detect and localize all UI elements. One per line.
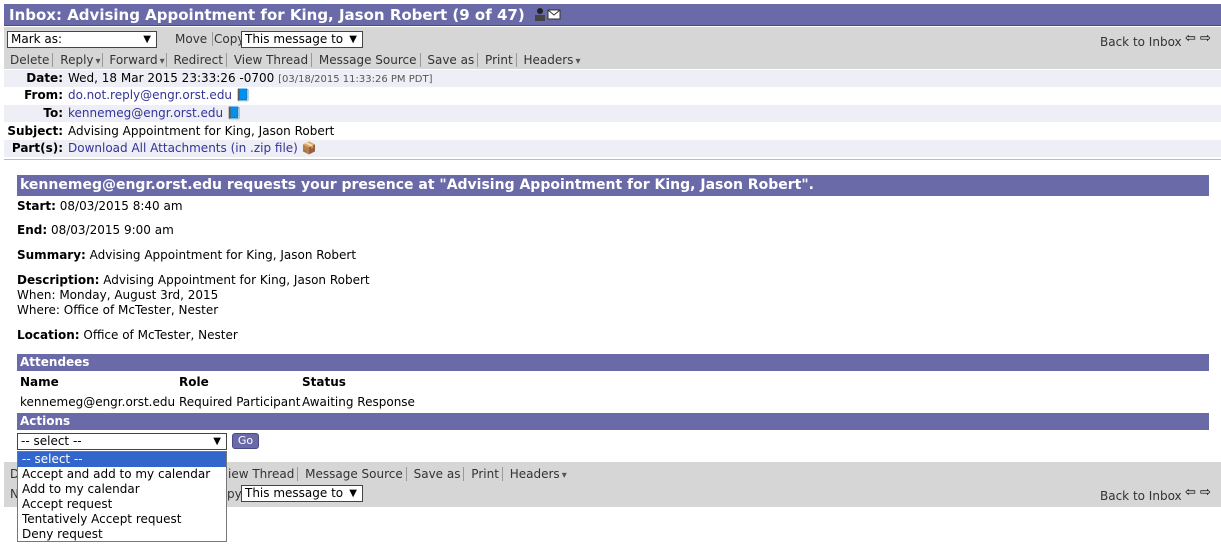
attendees-col-role: Role bbox=[179, 375, 209, 389]
from-value: do.not.reply@engr.orst.edu 📘 bbox=[68, 87, 251, 104]
chevron-down-icon: ▾ bbox=[95, 56, 101, 67]
header-divider bbox=[4, 159, 1221, 160]
page-title: Inbox: Advising Appointment for King, Ja… bbox=[9, 6, 525, 24]
end-label: End: bbox=[17, 223, 48, 237]
dropdown-option[interactable]: Add to my calendar bbox=[18, 482, 226, 497]
attendee-role: Required Participant bbox=[179, 395, 301, 409]
reply-button[interactable]: Reply bbox=[58, 53, 95, 67]
target-folder-select-bottom[interactable]: This message to ▼ bbox=[241, 485, 363, 502]
location-value: Office of McTester, Nester bbox=[83, 328, 238, 342]
end-row: End: 08/03/2015 9:00 am bbox=[17, 223, 174, 237]
headers-button[interactable]: Headers bbox=[521, 53, 575, 67]
dropdown-option[interactable]: -- select -- bbox=[18, 452, 226, 467]
dropdown-option[interactable]: Accept request bbox=[18, 497, 226, 512]
action-select[interactable]: -- select -- ▼ bbox=[17, 433, 227, 450]
summary-row: Summary: Advising Appointment for King, … bbox=[17, 248, 356, 262]
address-book-icon[interactable]: 📘 bbox=[236, 88, 251, 102]
message-title-bar: Inbox: Advising Appointment for King, Ja… bbox=[4, 4, 1221, 26]
date-local: [03/18/2015 11:33:26 PM PDT] bbox=[278, 74, 433, 85]
attendee-status: Awaiting Response bbox=[302, 395, 415, 409]
actions-heading: Actions bbox=[17, 413, 1209, 430]
date-label: Date: bbox=[26, 71, 63, 85]
action-select-value: -- select -- bbox=[21, 434, 82, 448]
parts-value: Download All Attachments (in .zip file) … bbox=[68, 140, 317, 157]
mark-as-select[interactable]: Mark as: ▼ bbox=[7, 31, 157, 48]
view-thread-button[interactable]: View Thread bbox=[232, 53, 310, 67]
zip-file-icon[interactable]: 📦 bbox=[302, 141, 317, 155]
chevron-down-icon: ▼ bbox=[349, 488, 357, 499]
move-button[interactable]: Move bbox=[175, 32, 207, 46]
start-value: 08/03/2015 8:40 am bbox=[59, 199, 183, 213]
print-button-bottom[interactable]: Print bbox=[469, 467, 501, 481]
subject-label: Subject: bbox=[7, 124, 63, 138]
description-value: Advising Appointment for King, Jason Rob… bbox=[103, 273, 370, 287]
chevron-down-icon: ▼ bbox=[213, 436, 221, 447]
attendees-col-name: Name bbox=[20, 375, 59, 389]
copy-button-bottom[interactable]: py bbox=[227, 487, 242, 501]
forward-button[interactable]: Forward bbox=[107, 53, 159, 67]
subject-value: Advising Appointment for King, Jason Rob… bbox=[68, 124, 335, 138]
download-attachments-link[interactable]: Download All Attachments (in .zip file) bbox=[68, 141, 298, 155]
dropdown-option[interactable]: Tentatively Accept request bbox=[18, 512, 226, 527]
start-row: Start: 08/03/2015 8:40 am bbox=[17, 199, 183, 213]
back-to-inbox-link-bottom[interactable]: Back to Inbox bbox=[1100, 489, 1182, 503]
target-folder-label-bottom: This message to bbox=[245, 486, 344, 500]
view-thread-button-bottom[interactable]: iew Thread bbox=[226, 467, 296, 481]
redirect-button[interactable]: Redirect bbox=[171, 53, 225, 67]
to-link[interactable]: kennemeg@engr.orst.edu bbox=[68, 106, 223, 120]
prev-next-icons-bottom[interactable]: ⇦ ⇨ bbox=[1185, 485, 1211, 500]
description-row: Description: Advising Appointment for Ki… bbox=[17, 273, 370, 287]
chevron-down-icon: ▾ bbox=[561, 470, 567, 481]
print-button[interactable]: Print bbox=[483, 53, 515, 67]
description-label: Description: bbox=[17, 273, 100, 287]
invite-heading: kennemeg@engr.orst.edu requests your pre… bbox=[17, 175, 1209, 196]
location-row: Location: Office of McTester, Nester bbox=[17, 328, 238, 342]
date-row: Date: Wed, 18 Mar 2015 23:33:26 -0700 [0… bbox=[4, 70, 1221, 87]
location-label: Location: bbox=[17, 328, 80, 342]
address-book-icon[interactable]: 📘 bbox=[227, 106, 242, 120]
to-value: kennemeg@engr.orst.edu 📘 bbox=[68, 105, 242, 122]
to-label: To: bbox=[43, 106, 63, 120]
chevron-down-icon: ▼ bbox=[143, 34, 151, 45]
to-row: To: kennemeg@engr.orst.edu 📘 bbox=[4, 105, 1221, 122]
back-to-inbox-link[interactable]: Back to Inbox bbox=[1100, 35, 1182, 49]
mark-as-label: Mark as: bbox=[11, 32, 63, 46]
parts-row: Part(s): Download All Attachments (in .z… bbox=[4, 140, 1221, 157]
from-link[interactable]: do.not.reply@engr.orst.edu bbox=[68, 88, 232, 102]
description-where: Where: Office of McTester, Nester bbox=[17, 303, 219, 317]
save-as-button-bottom[interactable]: Save as bbox=[412, 467, 463, 481]
attendees-heading: Attendees bbox=[17, 354, 1209, 371]
copy-button[interactable]: Copy bbox=[214, 32, 244, 46]
date-text: Wed, 18 Mar 2015 23:33:26 -0700 bbox=[68, 71, 275, 85]
target-folder-label: This message to bbox=[245, 32, 344, 46]
action-dropdown-list[interactable]: -- select -- Accept and add to my calend… bbox=[17, 451, 227, 542]
attendees-col-status: Status bbox=[302, 375, 346, 389]
prev-next-icons[interactable]: ⇦ ⇨ bbox=[1185, 31, 1211, 46]
delete-button[interactable]: Delete bbox=[8, 53, 51, 67]
start-label: Start: bbox=[17, 199, 56, 213]
subject-row: Subject: Advising Appointment for King, … bbox=[4, 123, 1221, 140]
go-button[interactable]: Go bbox=[232, 433, 259, 449]
date-value: Wed, 18 Mar 2015 23:33:26 -0700 [03/18/2… bbox=[68, 70, 432, 88]
contact-mail-icon[interactable] bbox=[534, 5, 562, 27]
message-source-button[interactable]: Message Source bbox=[317, 53, 419, 67]
parts-label: Part(s): bbox=[11, 141, 63, 155]
message-source-button-bottom[interactable]: Message Source bbox=[303, 467, 405, 481]
chevron-down-icon: ▾ bbox=[159, 56, 165, 67]
chevron-down-icon: ▾ bbox=[575, 56, 581, 67]
save-as-button[interactable]: Save as bbox=[425, 53, 476, 67]
description-when: When: Monday, August 3rd, 2015 bbox=[17, 288, 219, 302]
chevron-down-icon: ▼ bbox=[349, 34, 357, 45]
headers-button-bottom[interactable]: Headers bbox=[508, 467, 562, 481]
attendee-name: kennemeg@engr.orst.edu bbox=[20, 395, 176, 409]
dropdown-option[interactable]: Accept and add to my calendar bbox=[18, 467, 226, 482]
target-folder-select[interactable]: This message to ▼ bbox=[241, 31, 363, 48]
summary-label: Summary: bbox=[17, 248, 86, 262]
end-value: 08/03/2015 9:00 am bbox=[50, 223, 174, 237]
from-label: From: bbox=[24, 88, 63, 102]
summary-value: Advising Appointment for King, Jason Rob… bbox=[89, 248, 357, 262]
from-row: From: do.not.reply@engr.orst.edu 📘 bbox=[4, 87, 1221, 104]
dropdown-option[interactable]: Deny request bbox=[18, 527, 226, 542]
